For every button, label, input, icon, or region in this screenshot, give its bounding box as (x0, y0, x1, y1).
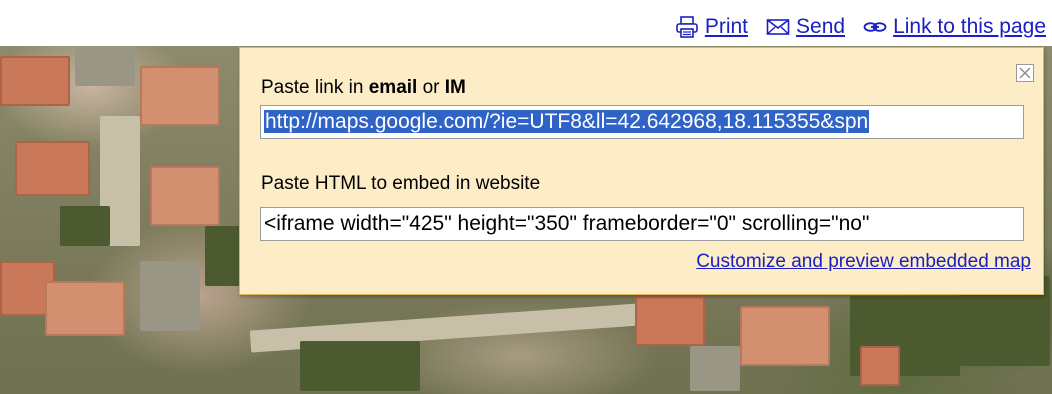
print-link-label: Print (704, 15, 749, 38)
chain-link-icon (863, 16, 887, 38)
link-url-text: http://maps.google.com/?ie=UTF8&ll=42.64… (264, 110, 870, 133)
link-field-label: Paste link in email or IM (261, 76, 466, 100)
building-roof (860, 346, 900, 386)
printer-icon (675, 16, 699, 38)
embed-field-label: Paste HTML to embed in website (261, 173, 541, 194)
building-roof (740, 306, 830, 366)
embed-html-field[interactable]: <iframe width="425" height="350" framebo… (260, 207, 1024, 241)
building-roof (690, 346, 740, 391)
close-button[interactable] (1016, 64, 1034, 82)
envelope-icon (766, 16, 790, 38)
map-toolbar: Print Send Link to this page (0, 0, 1052, 46)
link-label-email: email (368, 77, 418, 98)
link-to-this-page[interactable]: Link to this page (863, 14, 1046, 40)
building-roof (75, 46, 135, 86)
customize-embedded-map-link[interactable]: Customize and preview embedded map (696, 250, 1031, 274)
link-label-or: or (417, 77, 445, 98)
link-label-prefix: Paste link in (261, 77, 369, 98)
building-roof (140, 66, 220, 126)
building-roof (0, 56, 70, 106)
link-popup: Paste link in email or IM http://maps.go… (239, 47, 1044, 295)
building-roof (150, 166, 220, 226)
toolbar-links: Print Send Link to this page (657, 14, 1046, 40)
tree-canopy (300, 341, 420, 391)
tree-canopy (60, 206, 110, 246)
link-to-this-page-label: Link to this page (893, 15, 1046, 38)
link-label-im: IM (444, 77, 466, 98)
building-roof (15, 141, 90, 196)
send-link-label: Send (796, 15, 846, 38)
building-roof (635, 296, 705, 346)
close-icon (1017, 65, 1033, 81)
building-roof (140, 261, 200, 331)
building-roof (45, 281, 125, 336)
link-url-field[interactable]: http://maps.google.com/?ie=UTF8&ll=42.64… (260, 105, 1024, 139)
print-link[interactable]: Print (675, 14, 748, 40)
send-link[interactable]: Send (766, 14, 845, 40)
embed-html-text: <iframe width="425" height="350" framebo… (264, 212, 870, 235)
